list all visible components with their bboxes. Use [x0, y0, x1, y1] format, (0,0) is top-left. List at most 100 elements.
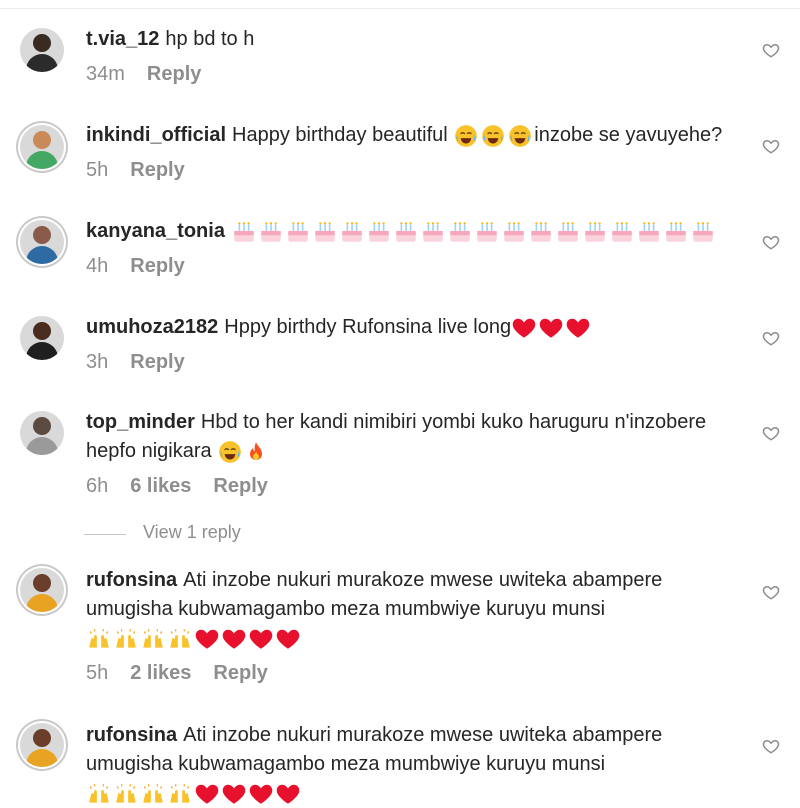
fire-icon	[250, 441, 263, 460]
comment-username[interactable]: umuhoza2182	[86, 316, 218, 338]
red-heart-emoji-row	[194, 627, 302, 649]
comment-time: 34m	[86, 63, 125, 85]
birthday-cake-icon	[423, 221, 443, 242]
heart-outline-icon[interactable]	[762, 424, 780, 442]
reply-button[interactable]: Reply	[130, 255, 184, 277]
comment-time: 6h	[86, 475, 109, 497]
red-heart-icon	[195, 784, 219, 804]
red-heart-icon	[222, 629, 246, 649]
likes-count[interactable]: 6 likes	[130, 475, 191, 497]
comment-username[interactable]: rufonsina	[86, 724, 177, 746]
comment-username[interactable]: top_minder	[86, 411, 195, 433]
reply-button[interactable]: Reply	[147, 63, 201, 85]
birthday-cake-icon	[234, 221, 254, 242]
birthday-cake-icon	[396, 221, 416, 242]
comment-time: 5h	[86, 159, 109, 181]
red-heart-icon	[566, 318, 590, 338]
red-heart-icon	[539, 318, 563, 338]
raising-hands-icon	[89, 783, 109, 803]
birthday-cake-icon	[558, 221, 578, 242]
top-divider	[0, 8, 800, 9]
red-heart-icon	[222, 784, 246, 804]
comment-body-suffix: inzobe se yavuyehe?	[534, 124, 723, 146]
red-heart-emoji-row	[511, 316, 592, 338]
comment-time: 4h	[86, 255, 109, 277]
avatar[interactable]	[20, 220, 64, 264]
comment-username[interactable]: kanyana_tonia	[86, 220, 225, 242]
comment-username[interactable]: inkindi_official	[86, 124, 226, 146]
red-heart-emoji-row	[194, 782, 302, 804]
comment-text: top_minder Hbd to her kandi nimibiri yomb…	[86, 408, 746, 466]
comment-meta: 34m Reply	[86, 63, 223, 86]
comment-username[interactable]: rufonsina	[86, 569, 177, 591]
comment-text: inkindi_official Happy birthday beautiful…	[86, 121, 746, 150]
raising-hands-icon	[143, 783, 163, 803]
birthday-cake-icon	[531, 221, 551, 242]
birthday-cake-icon	[288, 221, 308, 242]
face-with-tears-of-joy-icon	[509, 124, 532, 147]
birthday-cake-icon	[477, 221, 497, 242]
heart-outline-icon[interactable]	[762, 233, 780, 251]
comment-meta: 5h 2 likes Reply	[86, 662, 290, 685]
replies-divider-line	[84, 534, 126, 535]
raising-hands-icon	[116, 628, 136, 648]
comment-body: Happy birthday beautiful	[232, 124, 448, 146]
heart-outline-icon[interactable]	[762, 329, 780, 347]
raising-hands-icon	[170, 628, 190, 648]
reply-button[interactable]: Reply	[213, 662, 267, 684]
comment-username[interactable]: t.via_12	[86, 28, 159, 50]
birthday-cake-icon	[585, 221, 605, 242]
birthday-cake-icon	[342, 221, 362, 242]
birthday-cake-icon	[639, 221, 659, 242]
face-with-tears-of-joy-icon	[482, 124, 505, 147]
face-with-tears-of-joy-icon	[219, 440, 242, 463]
red-heart-icon	[276, 784, 300, 804]
reply-button[interactable]: Reply	[130, 159, 184, 181]
face-with-tears-of-joy-icon	[455, 124, 478, 147]
heart-outline-icon[interactable]	[762, 137, 780, 155]
birthday-cake-icon	[612, 221, 632, 242]
comment-meta: 5h Reply	[86, 159, 207, 182]
heart-outline-icon[interactable]	[762, 737, 780, 755]
comment-text: rufonsina Ati inzobe nukuri murakoze mwes…	[86, 721, 746, 808]
red-heart-icon	[276, 629, 300, 649]
birthday-cake-icon	[504, 221, 524, 242]
heart-outline-icon[interactable]	[762, 583, 780, 601]
birthday-cake-icon	[261, 221, 281, 242]
avatar[interactable]	[20, 28, 64, 72]
avatar[interactable]	[20, 723, 64, 767]
birthday-cake-icon	[369, 221, 389, 242]
raising-hands-icon	[89, 628, 109, 648]
birthday-cake-icon	[693, 221, 713, 242]
comment-text: rufonsina Ati inzobe nukuri murakoze mwes…	[86, 566, 746, 653]
birthday-cake-icon	[315, 221, 335, 242]
raising-hands-icon	[116, 783, 136, 803]
avatar[interactable]	[20, 125, 64, 169]
avatar[interactable]	[20, 411, 64, 455]
comment-time: 5h	[86, 662, 109, 684]
raising-hands-emoji-row	[86, 782, 194, 804]
cake-emoji-row	[231, 220, 717, 242]
heart-outline-icon[interactable]	[762, 41, 780, 59]
red-heart-icon	[249, 629, 273, 649]
view-replies-label: View 1 reply	[143, 522, 241, 542]
avatar[interactable]	[20, 316, 64, 360]
comment-text: umuhoza2182 Hppy birthdy Rufonsina live l…	[86, 313, 746, 342]
comment-meta: 3h Reply	[86, 351, 207, 374]
raising-hands-icon	[143, 628, 163, 648]
avatar[interactable]	[20, 568, 64, 612]
reply-button[interactable]: Reply	[213, 475, 267, 497]
comment-body: Hppy birthdy Rufonsina live long	[224, 316, 512, 338]
red-heart-icon	[195, 629, 219, 649]
comment-text: kanyana_tonia	[86, 217, 746, 246]
reply-button[interactable]: Reply	[130, 351, 184, 373]
birthday-cake-icon	[666, 221, 686, 242]
comment-meta: 4h Reply	[86, 255, 207, 278]
birthday-cake-icon	[450, 221, 470, 242]
comment-meta: 6h 6 likes Reply	[86, 475, 290, 498]
raising-hands-icon	[170, 783, 190, 803]
red-heart-icon	[249, 784, 273, 804]
comment-time: 3h	[86, 351, 109, 373]
comment-text: t.via_12 hp bd to h	[86, 25, 746, 54]
likes-count[interactable]: 2 likes	[130, 662, 191, 684]
